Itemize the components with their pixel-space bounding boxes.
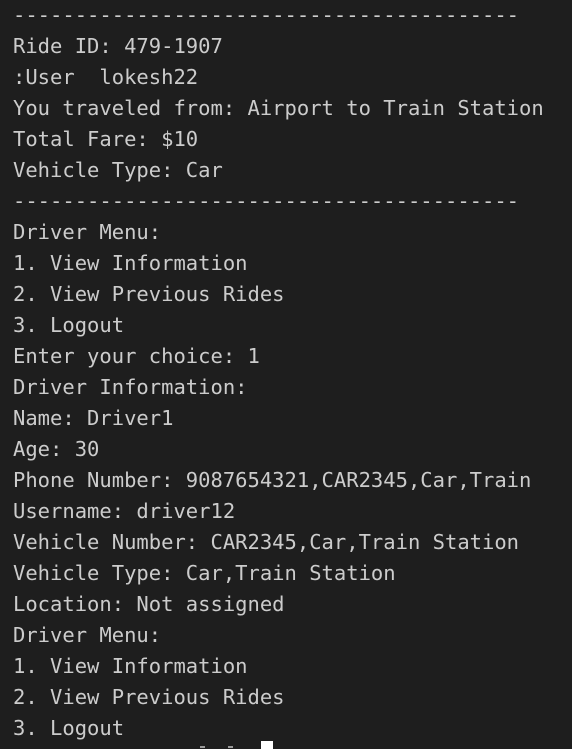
terminal-output[interactable]: ----------------------------------------… [0, 0, 572, 749]
driver-username-line: Username: driver12 [13, 499, 236, 523]
menu-option-view-previous-rides: 2. View Previous Rides [13, 282, 285, 306]
driver-menu-heading: Driver Menu: [13, 220, 162, 244]
menu-option-view-information: 1. View Information [13, 251, 248, 275]
user-line: :User lokesh22 [13, 65, 199, 89]
driver-menu-heading: Driver Menu: [13, 623, 162, 647]
driver-information-heading: Driver Information: [13, 375, 248, 399]
driver-vehicle-number-line: Vehicle Number: CAR2345,Car,Train Statio… [13, 530, 520, 554]
terminal-cursor[interactable] [261, 741, 273, 749]
driver-name-line: Name: Driver1 [13, 406, 174, 430]
menu-option-view-information: 1. View Information [13, 654, 248, 678]
driver-vehicle-type-line: Vehicle Type: Car,Train Station [13, 561, 396, 585]
vehicle-type-line: Vehicle Type: Car [13, 158, 223, 182]
travel-route-line: You traveled from: Airport to Train Stat… [13, 96, 544, 120]
partial-glyph [200, 746, 205, 748]
ride-id-line: Ride ID: 479-1907 [13, 34, 223, 58]
separator-line: ----------------------------------------… [13, 3, 520, 27]
driver-phone-line: Phone Number: 9087654321,CAR2345,Car,Tra… [13, 468, 532, 492]
driver-age-line: Age: 30 [13, 437, 100, 461]
menu-option-view-previous-rides: 2. View Previous Rides [13, 685, 285, 709]
menu-option-logout: 3. Logout [13, 313, 125, 337]
menu-option-logout: 3. Logout [13, 716, 125, 740]
choice-prompt-line: Enter your choice: 1 [13, 344, 260, 368]
terminal-lines: ----------------------------------------… [13, 0, 572, 744]
total-fare-line: Total Fare: $10 [13, 127, 199, 151]
separator-line: ----------------------------------------… [13, 189, 520, 213]
driver-location-line: Location: Not assigned [13, 592, 285, 616]
partial-glyph [228, 746, 233, 748]
